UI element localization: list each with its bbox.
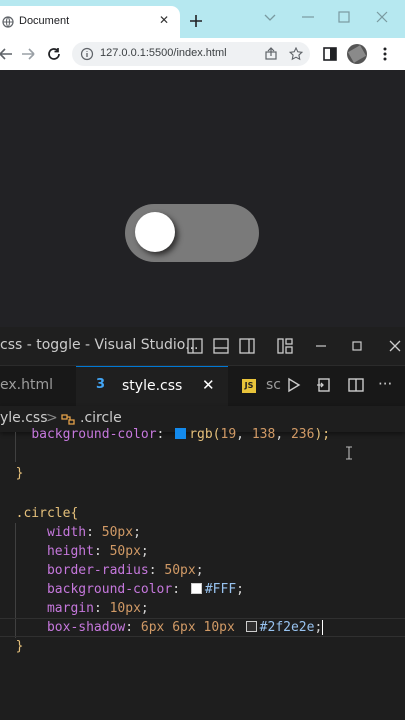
maximize-icon[interactable] bbox=[348, 337, 366, 355]
css-file-icon: 3 bbox=[96, 377, 106, 392]
open-preview-icon[interactable] bbox=[316, 377, 332, 393]
chevron-down-icon[interactable] bbox=[262, 9, 278, 25]
text-caret bbox=[322, 620, 324, 635]
new-tab-plus-icon[interactable] bbox=[188, 13, 204, 29]
code-line: height: 50px; bbox=[46, 544, 149, 559]
browser-tabstrip: Document ✕ bbox=[0, 0, 405, 38]
page-content bbox=[0, 70, 405, 327]
color-swatch[interactable] bbox=[245, 621, 257, 632]
reload-icon[interactable] bbox=[46, 46, 62, 62]
toggle-knob[interactable] bbox=[135, 212, 175, 252]
editor-tab-index-html[interactable]: ex.html bbox=[0, 366, 75, 406]
editor-tab-label: ex.html bbox=[0, 377, 53, 393]
code-line: } bbox=[15, 639, 24, 654]
browser-window: Document ✕ 127.0.0.1:5500/index.html bbox=[0, 0, 405, 327]
editor-tab-script-js[interactable]: JS sc bbox=[240, 366, 281, 406]
breadcrumb-file[interactable]: yle.css bbox=[0, 410, 48, 426]
toggle-secondary-sidebar-icon[interactable] bbox=[238, 337, 256, 355]
editor-tab-style-css[interactable]: 3 style.css ✕ bbox=[76, 366, 228, 406]
run-play-icon[interactable] bbox=[286, 377, 302, 393]
js-file-icon: JS bbox=[242, 379, 256, 393]
forward-arrow-icon[interactable] bbox=[20, 46, 36, 62]
address-bar[interactable]: 127.0.0.1:5500/index.html bbox=[72, 42, 310, 66]
side-panel-icon[interactable] bbox=[322, 46, 338, 62]
breadcrumb-symbol[interactable]: .circle bbox=[80, 410, 122, 426]
profile-avatar[interactable] bbox=[347, 44, 367, 64]
globe-icon bbox=[2, 16, 14, 28]
kebab-menu-icon[interactable] bbox=[377, 46, 393, 62]
editor-tabs: ex.html 3 style.css ✕ JS sc ··· bbox=[0, 366, 405, 406]
toggle-panel-icon[interactable] bbox=[212, 337, 230, 355]
share-icon[interactable] bbox=[264, 47, 278, 61]
close-tab-icon[interactable]: ✕ bbox=[202, 376, 215, 394]
code-line: margin: 10px; bbox=[46, 601, 149, 616]
browser-tab-title: Document bbox=[19, 15, 70, 27]
code-editor[interactable]: background-color: rgb(19, 138, 236); } .… bbox=[0, 427, 405, 720]
ibeam-cursor-icon bbox=[346, 446, 352, 460]
minimize-icon[interactable] bbox=[312, 337, 330, 355]
customize-layout-icon[interactable] bbox=[276, 337, 294, 355]
close-tab-icon[interactable]: ✕ bbox=[156, 12, 172, 28]
toggle-switch[interactable] bbox=[125, 204, 259, 262]
url-text: 127.0.0.1:5500/index.html bbox=[100, 47, 227, 59]
toggle-primary-sidebar-icon[interactable] bbox=[186, 337, 204, 355]
code-line-current: box-shadow: 6px 6px 10px #2f2e2e; bbox=[46, 620, 324, 635]
maximize-icon[interactable] bbox=[336, 9, 352, 25]
bookmark-star-icon[interactable] bbox=[289, 47, 303, 61]
vscode-titlebar: css - toggle - Visual Studio... bbox=[0, 327, 405, 366]
code-line: .circle{ bbox=[15, 506, 79, 521]
breadcrumb-separator: > bbox=[46, 410, 58, 426]
code-line: } bbox=[15, 466, 24, 481]
window-title: css - toggle - Visual Studio... bbox=[0, 337, 199, 353]
browser-tab-document[interactable]: Document ✕ bbox=[0, 6, 180, 38]
site-info-icon[interactable] bbox=[80, 47, 94, 61]
vscode-window: css - toggle - Visual Studio... ex.html … bbox=[0, 327, 405, 720]
code-line: width: 50px; bbox=[46, 525, 141, 540]
color-swatch[interactable] bbox=[190, 583, 202, 594]
editor-tab-label: style.css bbox=[122, 378, 183, 394]
more-actions-icon[interactable]: ··· bbox=[378, 375, 392, 393]
close-window-icon[interactable] bbox=[374, 9, 390, 25]
color-swatch[interactable] bbox=[175, 428, 187, 439]
code-line: background-color: #FFF; bbox=[46, 582, 244, 597]
split-editor-icon[interactable] bbox=[348, 377, 364, 393]
back-arrow-icon[interactable] bbox=[0, 46, 14, 62]
browser-toolbar: 127.0.0.1:5500/index.html bbox=[0, 38, 405, 70]
close-window-icon[interactable] bbox=[386, 337, 404, 355]
editor-tab-label: sc bbox=[266, 377, 281, 393]
minimize-icon[interactable] bbox=[300, 9, 316, 25]
code-line: background-color: rgb(19, 138, 236); bbox=[31, 427, 331, 442]
code-line: border-radius: 50px; bbox=[46, 563, 204, 578]
